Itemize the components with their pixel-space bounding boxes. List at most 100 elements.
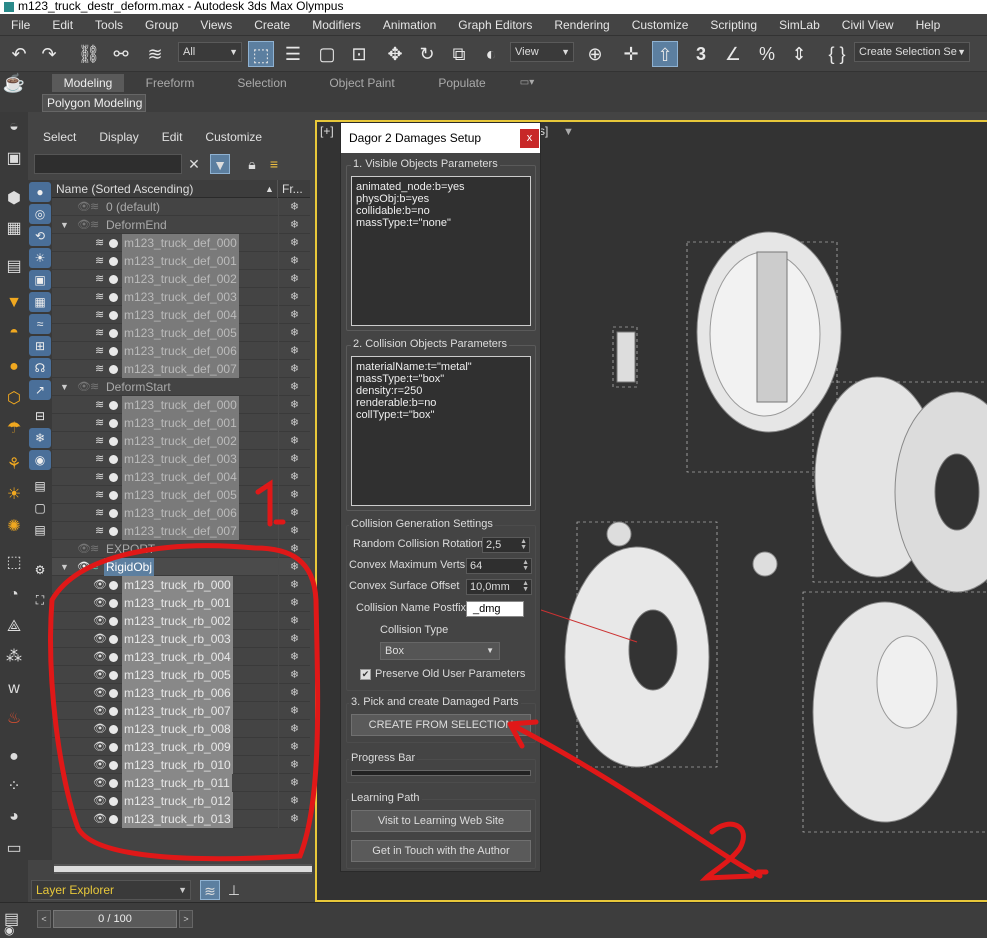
menu-simlab[interactable]: SimLab [768,14,831,35]
object-row[interactable]: ≋ m123_truck_def_003 ❄ [52,288,310,306]
object-row[interactable]: ≋ m123_truck_def_000 ❄ [52,396,310,414]
object-label[interactable]: m123_truck_def_006 [122,504,239,522]
contact-author-button[interactable]: Get in Touch with the Author [351,840,531,862]
undo-icon[interactable]: ↶ [6,41,32,67]
render-dot-icon[interactable] [109,527,118,536]
spotlight-icon[interactable]: ☂ [3,418,25,440]
object-label[interactable]: m123_truck_def_003 [122,288,239,306]
sort-icon[interactable]: ⚙ [29,560,51,580]
visibility-eye-icon[interactable]: 👁︎ [93,756,107,774]
object-row[interactable]: ≋ m123_truck_def_006 ❄ [52,504,310,522]
freeze-icon[interactable]: ❄ [278,234,310,252]
render-dot-icon[interactable] [109,257,118,266]
freeze-icon[interactable]: ❄ [278,432,310,450]
object-row[interactable]: ≋ m123_truck_def_001 ❄ [52,252,310,270]
unlink-icon[interactable]: ⚯ [108,41,134,67]
object-label[interactable]: m123_truck_def_000 [122,396,239,414]
render-dot-icon[interactable] [109,779,118,788]
sort-by-layer-icon[interactable]: ≋ [200,880,220,900]
render-dot-icon[interactable] [109,419,118,428]
freeze-icon[interactable]: ❄ [278,648,310,666]
object-row[interactable]: 👁︎ m123_truck_rb_003 ❄ [52,630,310,648]
freeze-icon[interactable]: ❄ [278,342,310,360]
tab-freeform[interactable]: Freeform [134,74,206,92]
freeze-icon[interactable]: ❄ [278,612,310,630]
video-camera-icon[interactable]: ▤ [3,256,25,278]
object-label[interactable]: m123_truck_rb_013 [122,810,233,828]
freeze-icon[interactable]: ❄ [278,450,310,468]
object-label[interactable]: m123_truck_def_002 [122,432,239,450]
object-row[interactable]: ≋ m123_truck_def_002 ❄ [52,432,310,450]
redo-icon[interactable]: ↷ [36,41,62,67]
freeze-icon[interactable]: ❄ [278,720,310,738]
paint-icon[interactable]: ◕ [3,806,25,828]
horizontal-scrollbar[interactable] [54,864,312,874]
visibility-eye-icon[interactable]: 👁︎ [93,702,107,720]
visibility-eye-icon[interactable]: 👁︎ [77,558,91,576]
create-from-selection-button[interactable]: CREATE FROM SELECTION [351,714,531,736]
object-row[interactable]: ≋ m123_truck_def_007 ❄ [52,360,310,378]
place-icon[interactable]: ◐ [478,41,504,67]
explorer-column-header[interactable]: Name (Sorted Ascending) ▲ Fr... [52,180,310,198]
rotate-icon[interactable]: ↻ [414,41,440,67]
object-row[interactable]: ≋ m123_truck_def_006 ❄ [52,342,310,360]
render-dot-icon[interactable] [109,797,118,806]
render-dot-icon[interactable] [109,635,118,644]
layer-row[interactable]: ▼ 👁︎ ≋ DeformEnd ❄ [52,216,310,234]
visibility-eye-icon[interactable]: 👁︎ [93,720,107,738]
visibility-eye-icon[interactable]: 👁︎ [93,774,107,792]
visibility-eye-icon[interactable]: 👁︎ [93,810,107,828]
object-row[interactable]: 👁︎ m123_truck_rb_012 ❄ [52,792,310,810]
object-label[interactable]: m123_truck_rb_010 [122,756,233,774]
expand-toggle-icon[interactable]: ▼ [60,216,69,234]
visibility-eye-icon[interactable]: 👁︎ [93,684,107,702]
layer-label[interactable]: EXPORT [104,540,157,558]
render-dot-icon[interactable] [109,329,118,338]
render-dot-icon[interactable] [109,761,118,770]
object-label[interactable]: m123_truck_def_004 [122,306,239,324]
time-prev-icon[interactable]: < [37,910,51,928]
object-label[interactable]: m123_truck_rb_004 [122,648,233,666]
expand-toggle-icon[interactable]: ▼ [60,378,69,396]
object-label[interactable]: m123_truck_rb_003 [122,630,233,648]
rectangle-selection-icon[interactable]: ▢ [314,41,340,67]
visibility-eye-icon[interactable]: 👁︎ [93,594,107,612]
freeze-icon[interactable]: ❄ [278,468,310,486]
fire-icon[interactable]: ♨ [3,708,25,730]
tab-modeling[interactable]: Modeling [52,74,124,92]
object-label[interactable]: m123_truck_def_007 [122,360,239,378]
object-row[interactable]: 👁︎ m123_truck_rb_006 ❄ [52,684,310,702]
omni-light-icon[interactable]: ◓ [3,322,25,344]
freeze-icon[interactable]: ❄ [278,666,310,684]
layer-row[interactable]: 👁︎ ≋ EXPORT ❄ [52,540,310,558]
layer-label[interactable]: RigidObj [104,558,155,576]
render-dot-icon[interactable] [109,491,118,500]
object-row[interactable]: ≋ m123_truck_def_005 ❄ [52,324,310,342]
render-dot-icon[interactable] [109,725,118,734]
display-icon[interactable]: ▭ [3,838,25,860]
object-label[interactable]: m123_truck_def_007 [122,522,239,540]
edit-named-selection-icon[interactable]: { } [824,41,850,67]
pivot-center-icon[interactable]: ⊕ [582,41,608,67]
surface-offset-spinner[interactable]: 10,0mm ▲ ▼ [466,579,532,595]
preserve-params-checkbox[interactable]: ✔ [360,669,371,680]
add-layer-icon[interactable]: ≡ [264,154,284,174]
layer-row[interactable]: ▼ 👁︎ ≋ DeformStart ❄ [52,378,310,396]
cameras-filter-icon[interactable]: ▣ [29,270,51,290]
visibility-eye-icon[interactable]: 👁︎ [93,792,107,810]
visibility-eye-icon[interactable]: 👁︎ [93,612,107,630]
object-label[interactable]: m123_truck_rb_005 [122,666,233,684]
sort-by-hierarchy-icon[interactable]: ⊥ [224,880,244,900]
object-label[interactable]: m123_truck_def_001 [122,414,239,432]
freeze-icon[interactable]: ❄ [278,378,310,396]
lights-filter-icon[interactable]: ☀ [29,248,51,268]
freeze-icon[interactable]: ❄ [278,684,310,702]
ribbon-options-icon[interactable]: ▭▾ [512,74,542,92]
sphere-icon[interactable]: ◒ [3,116,25,138]
object-label[interactable]: m123_truck_rb_006 [122,684,233,702]
freeze-icon[interactable]: ❄ [278,360,310,378]
object-row[interactable]: ≋ m123_truck_def_004 ❄ [52,306,310,324]
layer-label[interactable]: 0 (default) [104,198,162,216]
visibility-eye-icon[interactable]: 👁︎ [77,540,91,558]
daylight-icon[interactable]: ☀ [3,484,25,506]
